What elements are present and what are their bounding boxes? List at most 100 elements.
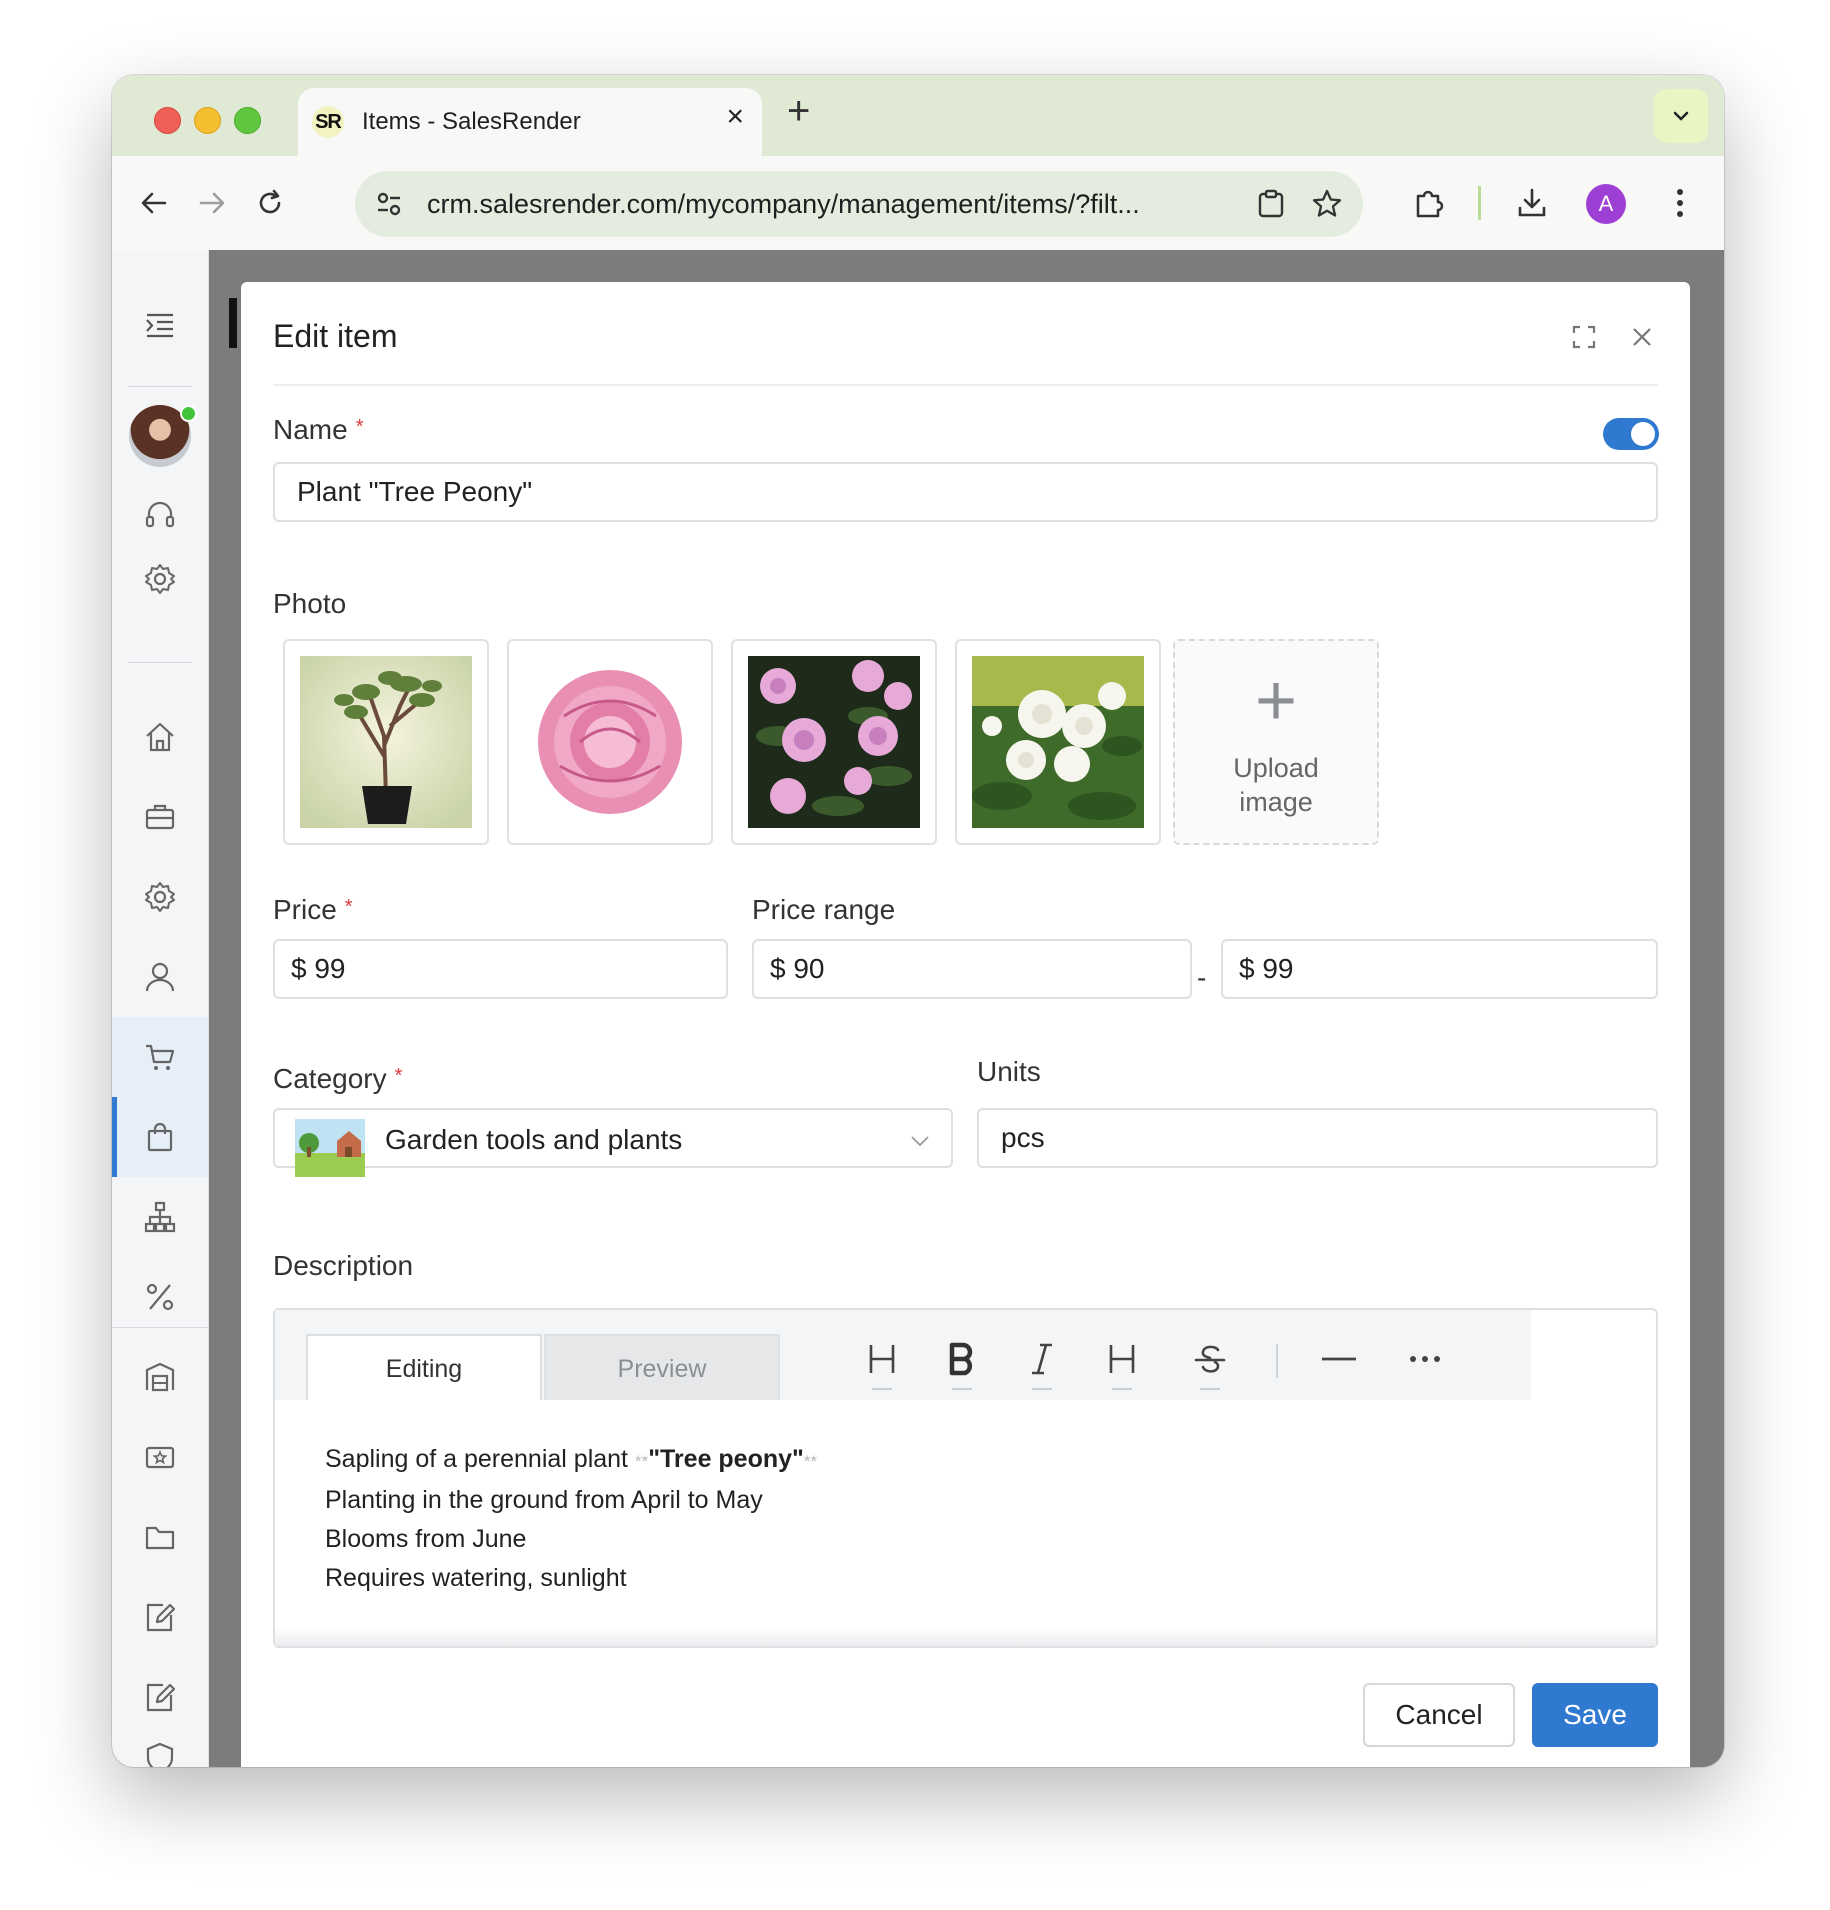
markdown-marker-close: ** [803, 1452, 818, 1471]
new-tab-button[interactable]: + [787, 91, 810, 131]
cancel-button[interactable]: Cancel [1363, 1683, 1515, 1747]
sidebar-item-notes[interactable] [112, 1657, 208, 1737]
price-input[interactable]: $ 99 [273, 939, 728, 999]
units-input[interactable]: pcs [977, 1108, 1658, 1168]
sidebar-divider [128, 386, 192, 387]
description-label: Description [273, 1250, 414, 1281]
fullscreen-button[interactable] [1567, 320, 1601, 354]
sidebar-item-more[interactable] [112, 1737, 208, 1767]
sidebar-item-briefcase[interactable] [112, 777, 208, 857]
price-label: Price * [273, 894, 353, 926]
sidebar-item-warehouse[interactable] [112, 1337, 208, 1417]
upload-label: Upload image [1175, 751, 1377, 819]
active-indicator [112, 1097, 117, 1177]
description-text[interactable]: Sapling of a perennial plant **"Tree peo… [325, 1440, 817, 1598]
description-line-2: Planting in the ground from April to May [325, 1486, 763, 1514]
photo-thumbnail[interactable] [955, 639, 1161, 845]
strikethrough-icon [1194, 1345, 1226, 1373]
description-bold-text: "Tree peony" [648, 1445, 804, 1473]
close-modal-button[interactable] [1625, 320, 1659, 354]
address-bar[interactable]: crm.salesrender.com/mycompany/management… [355, 171, 1363, 237]
tab-editing[interactable]: Editing [306, 1334, 542, 1400]
edit-document-icon [146, 1603, 176, 1632]
expand-icon [1572, 325, 1596, 349]
photo-label: Photo [273, 588, 347, 619]
back-button[interactable] [134, 183, 174, 223]
app-area: Edit item Name * Plant "Tree Peony" Photo [112, 250, 1724, 1767]
price-label-text: Price [273, 894, 337, 925]
tab-search-button[interactable] [1654, 89, 1708, 143]
required-asterisk: * [394, 1065, 403, 1087]
profile-avatar[interactable]: A [1586, 184, 1626, 224]
reload-button[interactable] [250, 183, 290, 223]
photo-thumbnail[interactable] [507, 639, 713, 845]
sidebar-item-forms[interactable] [112, 1577, 208, 1657]
bold-button[interactable] [939, 1336, 985, 1382]
active-toggle[interactable] [1603, 418, 1659, 450]
name-input[interactable]: Plant "Tree Peony" [273, 462, 1658, 522]
tab-preview[interactable]: Preview [544, 1334, 780, 1400]
clipboard-icon[interactable] [1255, 188, 1287, 220]
sidebar-item-account-settings[interactable] [112, 539, 208, 619]
sidebar-item-cart[interactable] [112, 1017, 208, 1097]
warehouse-icon [145, 1362, 175, 1392]
sidebar-divider [128, 662, 192, 663]
price-range-separator: - [1197, 962, 1207, 993]
sidebar-collapse-button[interactable] [112, 285, 208, 365]
sidebar-item-tickets[interactable] [112, 1417, 208, 1497]
name-label: Name * [273, 414, 364, 446]
maximize-window-button[interactable] [234, 107, 261, 134]
bookmark-star-icon[interactable] [1311, 188, 1343, 220]
sidebar [112, 250, 209, 1767]
browser-menu-button[interactable] [1660, 183, 1700, 223]
folder-icon [145, 1526, 175, 1550]
more-vertical-icon [1677, 189, 1683, 217]
upload-image-button[interactable]: + Upload image [1173, 639, 1379, 845]
tab-strip: SR Items - SalesRender × + [112, 75, 1724, 156]
required-asterisk: * [344, 896, 353, 918]
sidebar-item-items[interactable] [112, 1097, 208, 1177]
sidebar-item-users[interactable] [112, 937, 208, 1017]
sidebar-item-settings[interactable] [112, 857, 208, 937]
sidebar-item-files[interactable] [112, 1497, 208, 1577]
price-range-label: Price range [752, 894, 896, 925]
description-line-1: Sapling of a perennial plant **"Tree peo… [325, 1440, 817, 1481]
horizontal-rule-button[interactable] [1316, 1336, 1362, 1382]
minimize-window-button[interactable] [194, 107, 221, 134]
sidebar-item-home[interactable] [112, 697, 208, 777]
percent-icon [146, 1283, 174, 1311]
arrow-left-icon [141, 192, 167, 214]
required-asterisk: * [355, 416, 364, 438]
sidebar-item-discounts[interactable] [112, 1257, 208, 1337]
price-range-from-input[interactable]: $ 90 [752, 939, 1192, 999]
more-options-button[interactable] [1402, 1336, 1448, 1382]
close-window-button[interactable] [154, 107, 181, 134]
category-label: Category * [273, 1063, 402, 1095]
tab-close-icon[interactable]: × [726, 102, 744, 132]
header-divider [273, 384, 1658, 386]
photo-thumbnail[interactable] [283, 639, 489, 845]
strikethrough-button[interactable] [1187, 1336, 1233, 1382]
browser-tab[interactable]: SR Items - SalesRender × [298, 88, 762, 156]
heading-2-button[interactable] [1099, 1336, 1145, 1382]
photo-thumbnail[interactable] [731, 639, 937, 845]
chevron-down-icon [911, 1136, 929, 1147]
pink-peony-image [524, 656, 696, 828]
ticket-star-icon [145, 1446, 175, 1469]
heading-button[interactable] [859, 1336, 905, 1382]
modal-title: Edit item [273, 318, 398, 354]
sidebar-item-structure[interactable] [112, 1177, 208, 1257]
price-range-to-input[interactable]: $ 99 [1221, 939, 1658, 999]
menu-indent-icon [146, 313, 173, 338]
save-button[interactable]: Save [1532, 1683, 1658, 1747]
downloads-button[interactable] [1512, 183, 1552, 223]
category-select[interactable]: Garden tools and plants [273, 1108, 953, 1177]
briefcase-icon [145, 804, 175, 830]
extensions-button[interactable] [1409, 183, 1449, 223]
potted-sapling-image [300, 656, 472, 828]
url-text[interactable]: crm.salesrender.com/mycompany/management… [427, 189, 1257, 220]
italic-button[interactable] [1019, 1336, 1065, 1382]
browser-window: SR Items - SalesRender × + crm.salesrend… [112, 75, 1724, 1767]
editor-toolbar: Editing Preview [275, 1310, 1531, 1400]
forward-button[interactable] [192, 183, 232, 223]
